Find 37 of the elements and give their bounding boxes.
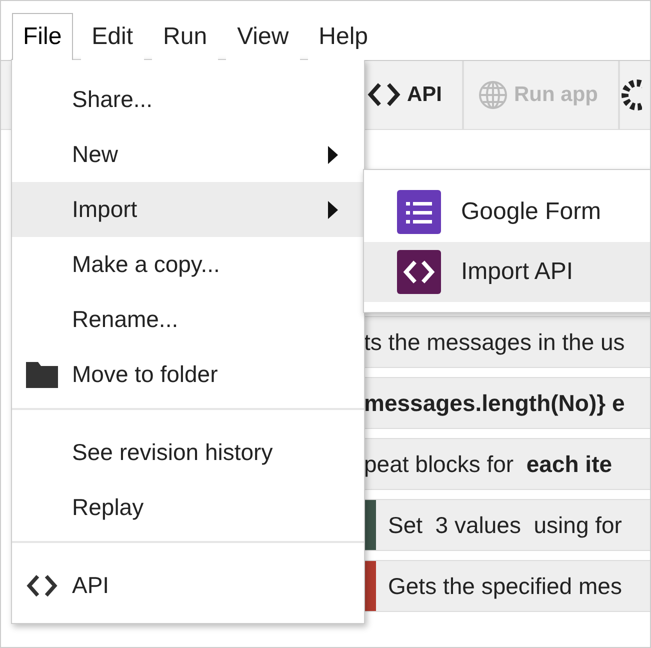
menu-item[interactable]: Make a copy... — [12, 237, 364, 292]
menu-item[interactable]: Move to folder — [12, 347, 364, 402]
menu-item[interactable]: See revision history — [12, 425, 364, 480]
menu-item[interactable]: API — [12, 558, 364, 613]
menu-item[interactable]: Import — [12, 182, 364, 237]
submenu-item-label: Google Form — [461, 198, 602, 226]
submenu-item-label: Import API — [461, 258, 574, 286]
submenu-item[interactable]: Google Form — [364, 182, 650, 242]
submenu-arrow-icon — [328, 200, 338, 218]
block-text: messages.length(No)} e — [364, 390, 625, 416]
block-stripe — [364, 500, 376, 550]
submenu-arrow-icon — [328, 146, 338, 164]
block-text: ts the messages in the us — [364, 328, 625, 356]
menu-item-label: Move to folder — [72, 361, 219, 388]
menu-item-label: Import — [72, 196, 138, 223]
submenu-item[interactable]: Import API — [364, 242, 650, 302]
block-text: Gets the specified mes — [388, 572, 622, 600]
code-icon — [26, 572, 58, 598]
menu-item-label: API — [72, 572, 110, 599]
block-stripe — [364, 561, 376, 611]
menu-item[interactable]: New — [12, 127, 364, 182]
menu-tab[interactable]: File — [12, 13, 73, 60]
globe-icon — [478, 80, 508, 110]
menu-item[interactable]: Rename... — [12, 292, 364, 347]
folder-icon — [26, 362, 58, 388]
menu-item[interactable]: Replay — [12, 480, 364, 535]
menu-item-label: Replay — [72, 494, 145, 521]
code-icon — [397, 250, 441, 294]
block-text: peat blocks for each ite — [364, 450, 612, 478]
code-icon — [367, 81, 401, 109]
block-text: Set 3 values using for — [388, 512, 622, 538]
menu-item-label: Share... — [72, 86, 154, 113]
menu-item-label: Rename... — [72, 306, 180, 333]
menu-item-label: See revision history — [72, 439, 274, 466]
menu-item-label: New — [72, 141, 120, 168]
menu-item-label: Make a copy... — [72, 251, 221, 278]
list-icon — [397, 190, 441, 234]
